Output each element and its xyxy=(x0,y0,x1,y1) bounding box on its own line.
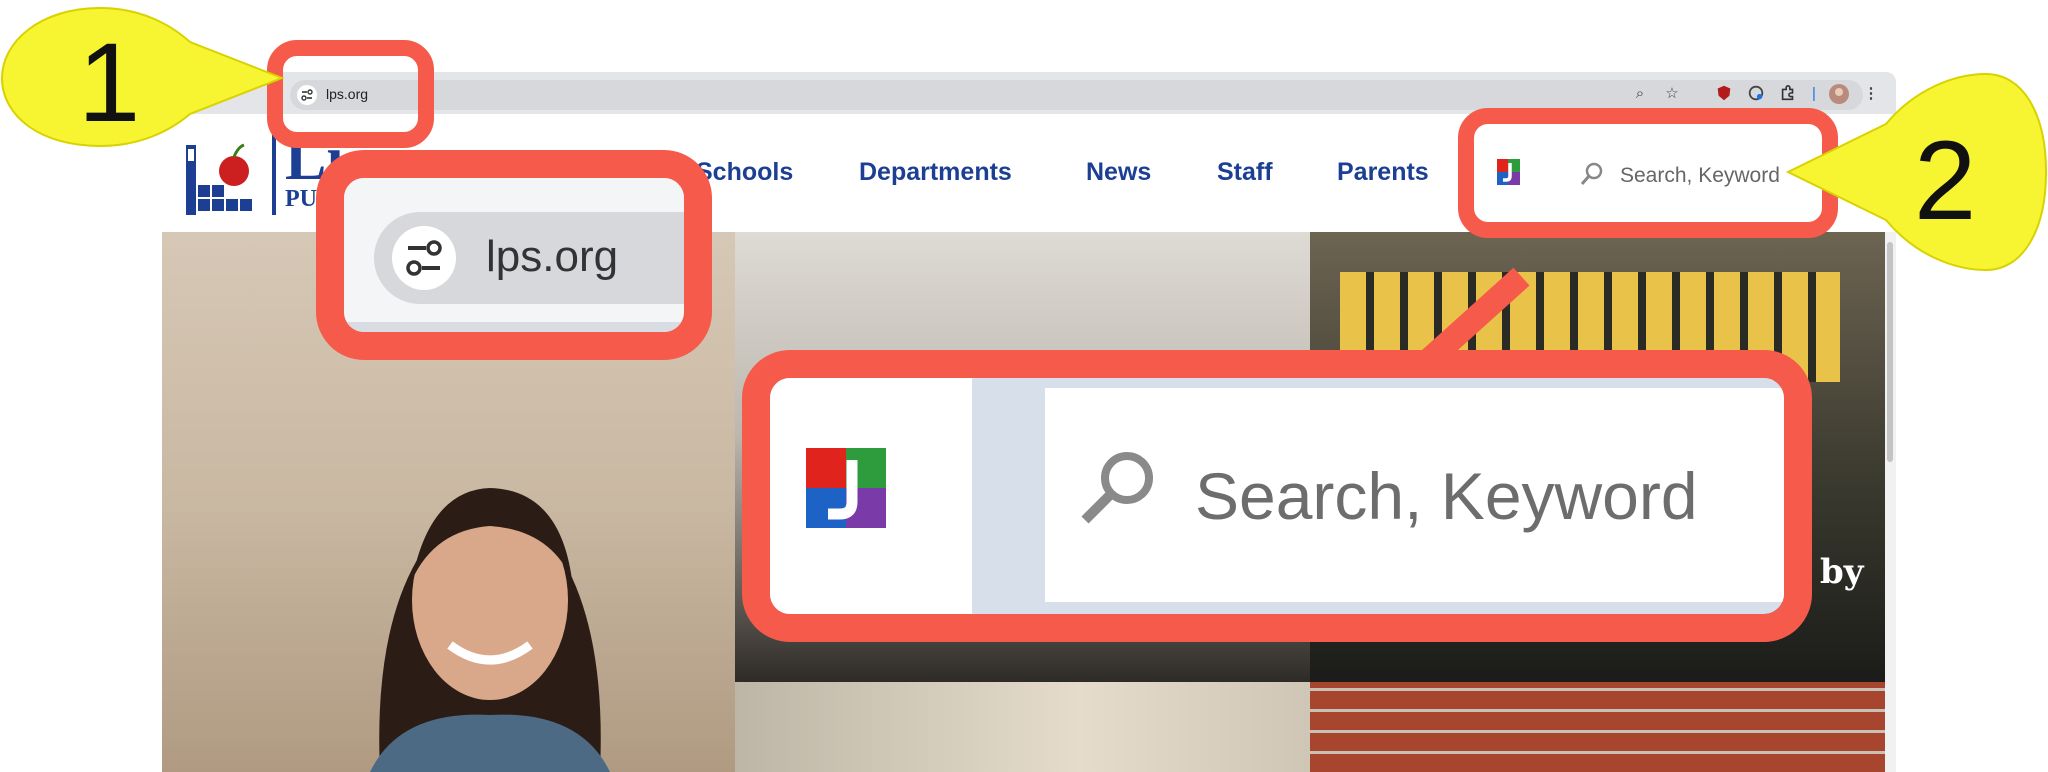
zoom-search-field: Search, Keyword xyxy=(1045,388,1784,602)
nav-schools[interactable]: Schools xyxy=(696,158,793,187)
search-highlight-box xyxy=(1458,108,1838,238)
extension-icon[interactable] xyxy=(1746,84,1766,104)
zoom-search-text: Search, Keyword xyxy=(1195,459,1698,533)
zoom-url-background: lps.org xyxy=(344,178,684,332)
nav-news[interactable]: News xyxy=(1086,158,1151,187)
zoom-icon[interactable]: ⌕ xyxy=(1630,84,1650,104)
lps-logo-icon[interactable] xyxy=(186,135,282,215)
zoom-search-background: Search, Keyword xyxy=(770,378,1784,614)
site-logo-subtext: PU xyxy=(285,186,317,212)
zoom-url-pill: lps.org xyxy=(374,212,684,304)
zoom-url-underline xyxy=(344,322,684,332)
url-highlight-box xyxy=(267,40,434,148)
bookmark-star-icon[interactable]: ☆ xyxy=(1662,84,1682,104)
hero-photo-brick-wall[interactable] xyxy=(1310,682,1885,772)
nav-parents[interactable]: Parents xyxy=(1337,158,1429,187)
search-zoom-callout: Search, Keyword xyxy=(742,350,1812,642)
address-bar[interactable]: lps.org xyxy=(290,80,1863,110)
marker-2-label: 2 xyxy=(1914,118,1977,243)
ublock-icon[interactable] xyxy=(1714,84,1734,104)
zoom-tune-icon xyxy=(392,226,456,290)
hero-caption-right[interactable]: by xyxy=(1820,552,1864,592)
zoom-url-text: lps.org xyxy=(486,232,619,281)
zoom-j-cell xyxy=(770,378,972,614)
marker-1-label: 1 xyxy=(78,20,141,145)
marker-1-icon xyxy=(0,6,290,148)
zoom-translate-j-icon xyxy=(806,448,886,528)
nav-staff[interactable]: Staff xyxy=(1217,158,1273,187)
zoom-search-icon xyxy=(1081,452,1153,524)
hero-photo-library[interactable] xyxy=(735,682,1310,772)
page-scrollbar[interactable] xyxy=(1885,232,1896,772)
scrollbar-thumb[interactable] xyxy=(1887,242,1893,462)
url-zoom-callout: lps.org xyxy=(316,150,712,360)
nav-departments[interactable]: Departments xyxy=(859,158,1012,187)
brick-pattern xyxy=(1310,682,1885,772)
teacher-portrait-icon xyxy=(370,488,610,772)
